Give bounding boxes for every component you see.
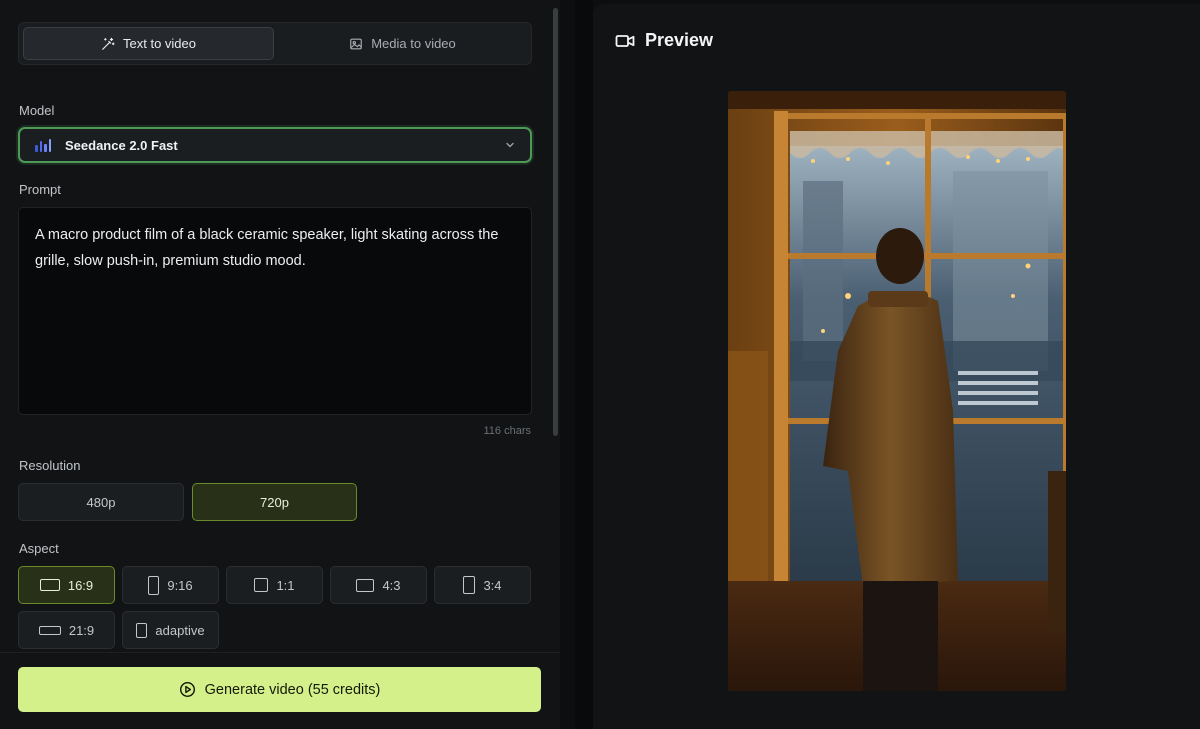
aspect-label: Aspect (19, 541, 59, 556)
aspect-4-3-button[interactable]: 4:3 (330, 566, 427, 604)
model-selected-value: Seedance 2.0 Fast (65, 137, 178, 153)
aspect-option-label: 4:3 (382, 577, 401, 593)
landscape-rect-icon (39, 579, 60, 591)
video-frame-image (728, 91, 1066, 691)
aspect-21-9-button[interactable]: 21:9 (18, 611, 115, 649)
resolution-label: Resolution (19, 458, 81, 473)
tab-label: Text to video (123, 36, 196, 51)
resolution-720p-button[interactable]: 720p (192, 483, 357, 521)
model-select[interactable]: Seedance 2.0 Fast (18, 127, 532, 163)
portrait-rect-icon (463, 576, 476, 594)
portrait-rect-icon (136, 622, 148, 638)
aspect-16-9-button[interactable]: 16:9 (18, 566, 115, 604)
square-icon (254, 578, 269, 592)
image-icon (350, 38, 363, 49)
preview-panel: Preview (593, 4, 1200, 729)
play-circle-icon (179, 681, 195, 698)
resolution-option-label: 720p (260, 494, 289, 510)
scrollbar[interactable] (553, 8, 558, 436)
tab-label: Media to video (371, 36, 456, 51)
resolution-480p-button[interactable]: 480p (18, 483, 184, 521)
video-preview[interactable] (728, 91, 1066, 691)
panel-divider (575, 0, 593, 729)
model-label: Model (19, 103, 55, 118)
preview-title: Preview (645, 30, 714, 50)
aspect-1-1-button[interactable]: 1:1 (226, 566, 323, 604)
aspect-option-label: 16:9 (67, 577, 94, 593)
aspect-3-4-button[interactable]: 3:4 (434, 566, 531, 604)
char-count: 116 chars (483, 425, 532, 437)
tab-text-to-video[interactable]: Text to video (23, 27, 274, 60)
preview-header: Preview (615, 30, 713, 51)
aspect-option-label: 21:9 (68, 622, 95, 638)
portrait-rect-icon (148, 575, 160, 595)
aspect-option-label: 3:4 (483, 577, 502, 593)
generate-button-label: Generate video (55 credits) (204, 681, 381, 698)
resolution-option-label: 480p (86, 494, 116, 510)
tab-media-to-video[interactable]: Media to video (278, 27, 527, 60)
aspect-option-label: 1:1 (276, 577, 295, 593)
landscape-rect-icon (356, 578, 375, 592)
prompt-label: Prompt (19, 182, 61, 197)
prompt-textarea[interactable]: A macro product film of a black ceramic … (18, 207, 532, 415)
aspect-adaptive-button[interactable]: adaptive (122, 611, 219, 649)
aspect-option-label: 9:16 (167, 577, 193, 593)
mode-tabs: Text to video Media to video (18, 22, 532, 65)
footer-divider (0, 652, 560, 653)
magic-wand-icon (102, 37, 115, 50)
aspect-9-16-button[interactable]: 9:16 (122, 566, 219, 604)
generate-video-button[interactable]: Generate video (55 credits) (18, 667, 541, 712)
bar-chart-icon (35, 138, 51, 152)
video-camera-icon (615, 34, 635, 47)
wide-rect-icon (38, 625, 61, 635)
aspect-option-label: adaptive (155, 622, 205, 638)
settings-panel: Text to video Media to video Model Seeda… (0, 0, 560, 729)
chevron-down-icon (506, 142, 514, 148)
